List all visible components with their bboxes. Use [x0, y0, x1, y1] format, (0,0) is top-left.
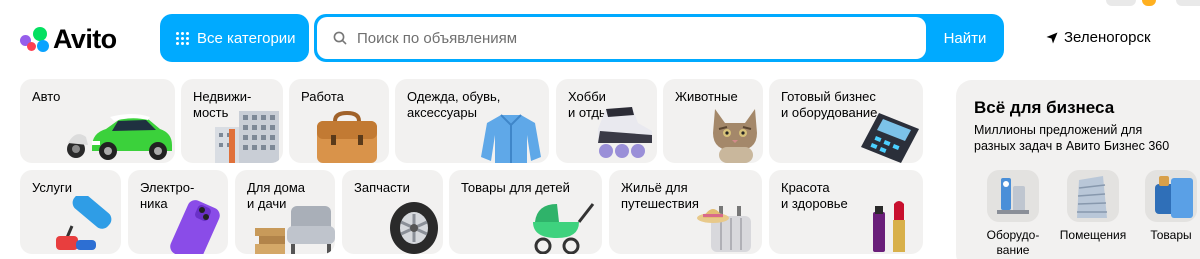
- category-tile-beauty[interactable]: Красота и здоровье: [769, 170, 923, 254]
- location-arrow-icon: [1046, 32, 1058, 43]
- business-panel[interactable]: Всё для бизнеса Миллионы предложений для…: [956, 80, 1200, 259]
- business-item-label: Помещения: [1059, 228, 1127, 242]
- lipstick-image: [873, 201, 905, 252]
- category-label: Жильё для путешествия: [621, 180, 699, 211]
- category-tile-electronics[interactable]: Электро- ника: [128, 170, 228, 254]
- buildings-image: [215, 111, 279, 163]
- business-item-premises[interactable]: Помещения: [1058, 170, 1128, 243]
- logo-dots-icon: [20, 26, 49, 53]
- category-tile-kids[interactable]: Товары для детей: [449, 170, 602, 254]
- category-tile-business[interactable]: Готовый бизнес и оборудование: [769, 79, 923, 163]
- top-strip-remnant-2: [1176, 0, 1200, 6]
- category-tile-realty[interactable]: Недвижи- мость: [181, 79, 283, 163]
- search-bar: Найти: [314, 14, 1004, 62]
- category-tile-jobs[interactable]: Работа: [289, 79, 389, 163]
- all-categories-label: Все категории: [197, 29, 296, 47]
- logo-text: Avito: [53, 24, 117, 54]
- paint-roller-image: [56, 196, 112, 250]
- search-field[interactable]: [317, 17, 926, 59]
- category-label: Товары для детей: [461, 180, 570, 195]
- category-tile-animals[interactable]: Животные: [663, 79, 763, 163]
- category-tile-home[interactable]: Для дома и дачи: [235, 170, 335, 254]
- business-item-equipment[interactable]: Оборудо- вание: [978, 170, 1048, 258]
- car-image: [67, 114, 172, 160]
- top-strip-remnant: [1106, 0, 1136, 6]
- location-selector[interactable]: Зеленогорск: [1046, 29, 1151, 46]
- category-label: Животные: [675, 89, 738, 104]
- category-label: Работа: [301, 89, 344, 104]
- search-button[interactable]: Найти: [926, 14, 1004, 62]
- jacket-image: [481, 114, 541, 163]
- search-input[interactable]: [357, 29, 897, 47]
- category-label: Запчасти: [354, 180, 410, 195]
- goods-icon: [1145, 170, 1197, 222]
- payment-terminal-image: [861, 113, 919, 163]
- business-subtitle: Миллионы предложений для разных задач в …: [974, 123, 1170, 153]
- avito-logo[interactable]: Avito: [20, 24, 117, 55]
- business-title: Всё для бизнеса: [974, 98, 1115, 117]
- search-icon: [333, 31, 347, 45]
- location-label: Зеленогорск: [1064, 29, 1151, 46]
- business-item-goods[interactable]: Товары: [1136, 170, 1200, 243]
- equipment-icon: [987, 170, 1039, 222]
- all-categories-button[interactable]: Все категории: [160, 14, 309, 62]
- category-tile-parts[interactable]: Запчасти: [342, 170, 443, 254]
- grid-icon: [176, 31, 189, 45]
- category-tile-hobby[interactable]: Хобби и отдых: [556, 79, 657, 163]
- cat-image: [713, 109, 757, 163]
- category-tile-travel[interactable]: Жильё для путешествия: [609, 170, 762, 254]
- category-label: Услуги: [32, 180, 72, 195]
- business-item-label: Товары: [1150, 228, 1192, 242]
- wheel-image: [390, 202, 438, 254]
- armchair-image: [255, 206, 335, 254]
- premises-icon: [1067, 170, 1119, 222]
- top-strip-remnant-orange: [1142, 0, 1156, 6]
- business-item-label: Оборудо- вание: [986, 228, 1040, 257]
- category-label: Красота и здоровье: [781, 180, 848, 211]
- category-tile-clothes[interactable]: Одежда, обувь, аксессуары: [395, 79, 549, 163]
- category-tile-services[interactable]: Услуги: [20, 170, 121, 254]
- category-tile-auto[interactable]: Авто: [20, 79, 175, 163]
- stroller-image: [533, 203, 595, 254]
- suitcase-image: [697, 206, 751, 252]
- smartphone-image: [170, 200, 220, 254]
- roller-skate-image: [598, 107, 652, 158]
- category-label: Авто: [32, 89, 61, 104]
- briefcase-image: [317, 110, 377, 163]
